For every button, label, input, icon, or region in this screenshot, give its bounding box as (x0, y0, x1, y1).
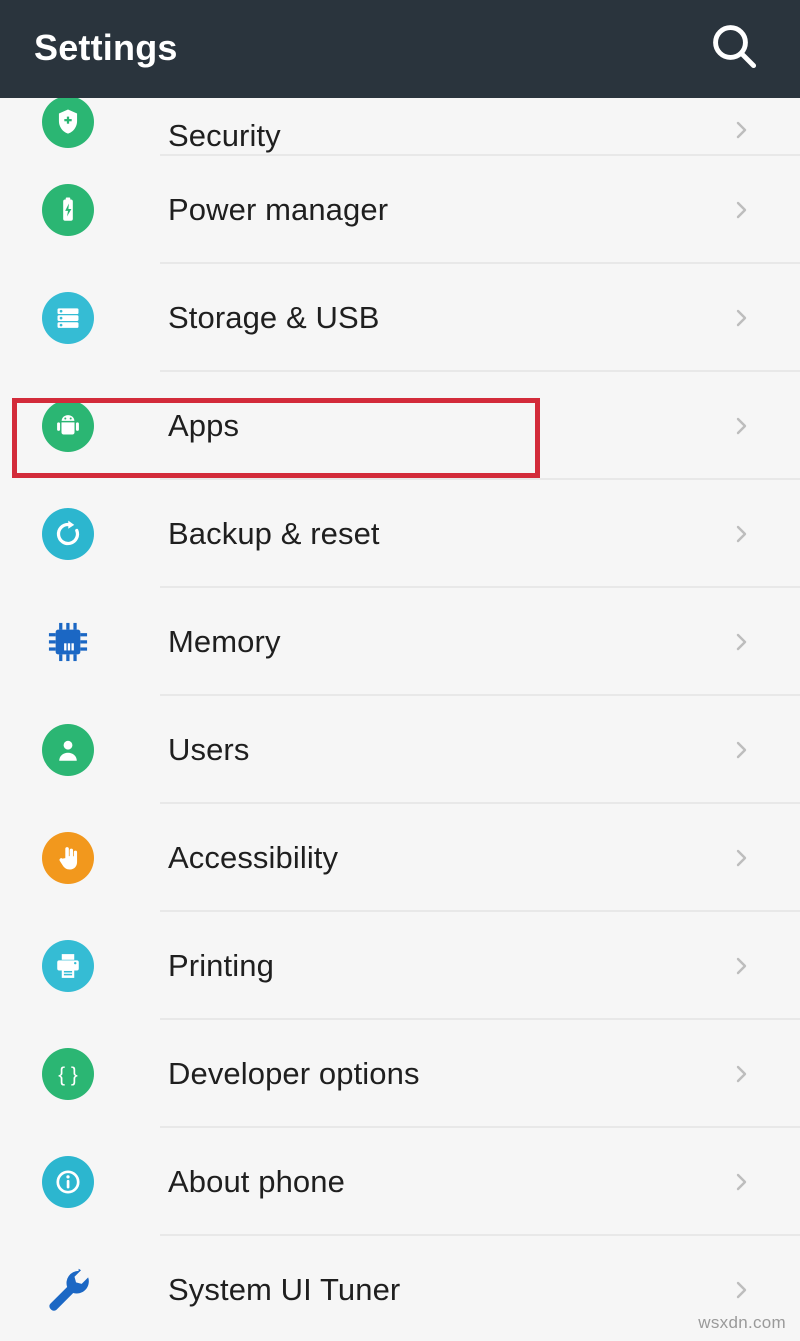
settings-row-label: Backup & reset (168, 516, 380, 551)
settings-row-system-ui-tuner[interactable]: System UI Tuner (0, 1236, 800, 1341)
chevron-right-icon (729, 1162, 753, 1202)
app-bar: Settings (0, 0, 800, 98)
settings-row-label: Printing (168, 948, 274, 983)
storage-icon-badge (42, 292, 94, 344)
storage-icon (40, 290, 96, 346)
settings-row-apps[interactable]: Apps (0, 372, 800, 480)
android-icon (40, 398, 96, 454)
refresh-icon-badge (42, 508, 94, 560)
android-icon-badge (42, 400, 94, 452)
battery-icon-badge (42, 184, 94, 236)
chevron-right-icon (729, 730, 753, 770)
settings-list: Security Power manager Storage & USB Apps Ba… (0, 96, 800, 1341)
chevron-right-icon (729, 1054, 753, 1094)
settings-row-backup-reset[interactable]: Backup & reset (0, 480, 800, 588)
settings-row-storage-usb[interactable]: Storage & USB (0, 264, 800, 372)
printer-icon-badge (42, 940, 94, 992)
settings-row-memory[interactable]: Memory (0, 588, 800, 696)
settings-row-printing[interactable]: Printing (0, 912, 800, 1020)
person-icon-badge (42, 724, 94, 776)
settings-screen: Settings Security Power manager Storage & … (0, 0, 800, 1341)
settings-row-label: Users (168, 732, 250, 767)
settings-row-security[interactable]: Security (0, 96, 800, 156)
hand-pointer-icon-badge (42, 832, 94, 884)
chevron-right-icon (729, 622, 753, 662)
search-icon[interactable] (706, 18, 762, 74)
settings-row-label: System UI Tuner (168, 1272, 401, 1307)
chevron-right-icon (729, 946, 753, 986)
chevron-right-icon (729, 838, 753, 878)
settings-row-developer-options[interactable]: { } Developer options (0, 1020, 800, 1128)
battery-icon (40, 182, 96, 238)
page-title: Settings (34, 27, 178, 68)
shield-icon-badge (42, 96, 94, 148)
chevron-right-icon (729, 298, 753, 338)
hand-pointer-icon (40, 830, 96, 886)
settings-row-label: Memory (168, 624, 281, 659)
chevron-right-icon (729, 190, 753, 230)
settings-row-label: Storage & USB (168, 300, 380, 335)
watermark: wsxdn.com (698, 1313, 786, 1332)
shield-icon (40, 94, 96, 150)
settings-row-label: Apps (168, 408, 240, 443)
chevron-right-icon (729, 1270, 753, 1310)
chevron-right-icon (729, 406, 753, 446)
braces-icon: { } (40, 1046, 96, 1102)
person-icon (40, 722, 96, 778)
settings-row-label: Accessibility (168, 840, 339, 875)
chevron-right-icon (729, 514, 753, 554)
info-icon (40, 1154, 96, 1210)
info-icon-badge (42, 1156, 94, 1208)
settings-row-accessibility[interactable]: Accessibility (0, 804, 800, 912)
settings-row-label: Developer options (168, 1056, 420, 1091)
memory-chip-icon (40, 614, 96, 670)
settings-row-about-phone[interactable]: About phone (0, 1128, 800, 1236)
refresh-icon (40, 506, 96, 562)
settings-row-label: About phone (168, 1164, 345, 1199)
wrench-icon (40, 1262, 96, 1318)
svg-text:{ }: { } (58, 1063, 78, 1086)
chevron-right-icon (729, 110, 753, 150)
settings-row-power-manager[interactable]: Power manager (0, 156, 800, 264)
settings-row-label: Power manager (168, 192, 389, 227)
braces-icon-badge: { } (42, 1048, 94, 1100)
settings-row-label: Security (168, 118, 281, 153)
printer-icon (40, 938, 96, 994)
settings-row-users[interactable]: Users (0, 696, 800, 804)
